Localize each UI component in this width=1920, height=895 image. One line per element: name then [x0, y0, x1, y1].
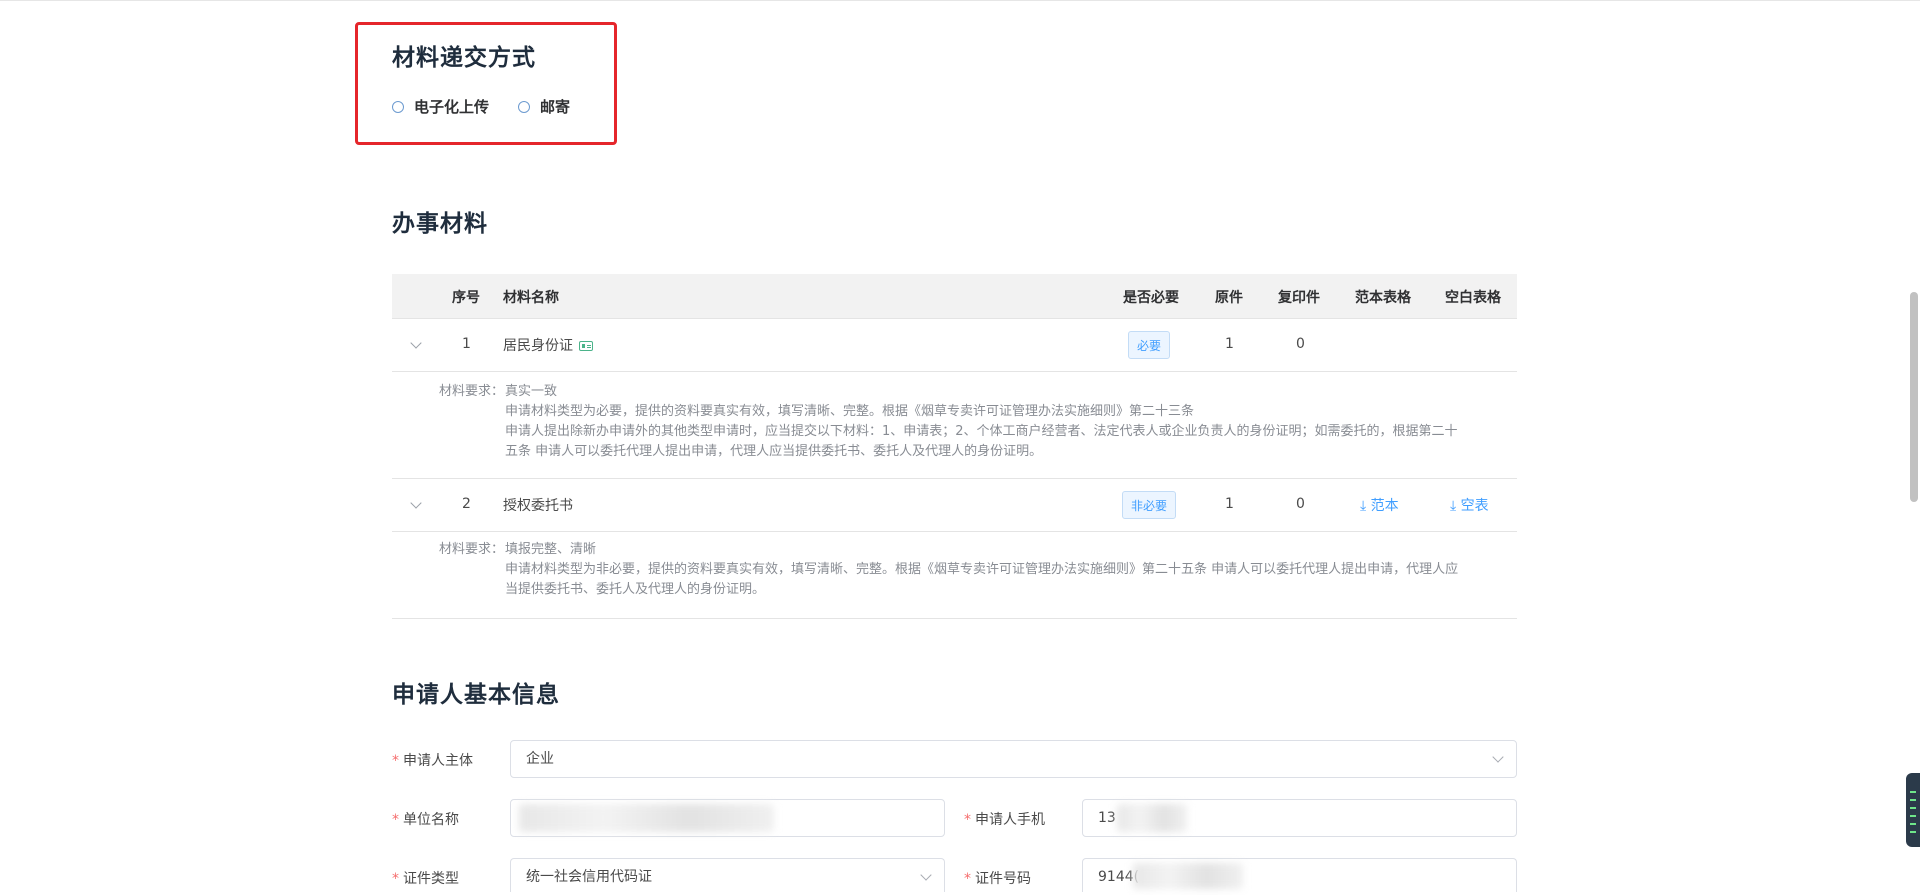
requirement-line: 申请材料类型为必要，提供的资料要真实有效，填写清晰、完整。根据《烟草专卖许可证管…: [505, 404, 1195, 419]
required-mark: *: [392, 812, 399, 828]
col-copy: 复印件: [1278, 290, 1320, 306]
col-required: 是否必要: [1123, 290, 1179, 306]
col-sample: 范本表格: [1355, 290, 1411, 306]
radio-electronic-upload[interactable]: 电子化上传: [392, 96, 489, 117]
row-original: 1: [1225, 336, 1234, 352]
table-row: 2 授权委托书 非必要 1 0 ⤓ 范本 ⤓ 空表: [392, 479, 1517, 532]
requirement-line: 申请人提出除新办申请外的其他类型申请时，应当提交以下材料：1、申请表；2、个体工…: [505, 424, 1458, 439]
required-mark: *: [964, 871, 971, 887]
radio-label: 电子化上传: [414, 98, 490, 116]
row-index: 2: [462, 496, 471, 512]
chevron-down-icon: [1492, 751, 1504, 763]
redacted-mask: [1133, 863, 1243, 889]
required-mark: *: [964, 812, 971, 828]
col-blank: 空白表格: [1445, 290, 1501, 306]
chevron-down-icon: [920, 869, 932, 881]
table-header: 序号 材料名称 是否必要 原件 复印件 范本表格 空白表格: [392, 274, 1517, 319]
radio-label: 邮寄: [540, 98, 571, 116]
col-name: 材料名称: [503, 290, 559, 306]
col-original: 原件: [1215, 290, 1243, 306]
top-divider: [0, 0, 1920, 1]
radio-mail[interactable]: 邮寄: [518, 96, 570, 117]
blank-label: 空表: [1460, 498, 1489, 514]
label-text: 证件类型: [403, 871, 459, 887]
blank-download-link[interactable]: ⤓ 空表: [1450, 495, 1489, 515]
requirement-line: 填报完整、清晰: [505, 542, 597, 557]
id-type-label: * 证件类型: [392, 868, 459, 888]
input-value: 13: [1098, 810, 1116, 826]
label-text: 申请人手机: [975, 812, 1045, 828]
materials-table: 序号 材料名称 是否必要 原件 复印件 范本表格 空白表格 1 居民身份证 必要…: [392, 274, 1517, 619]
requirement-label: 材料要求：: [439, 384, 505, 399]
side-widget-icon[interactable]: [1906, 773, 1920, 847]
requirement-line: 五条 申请人可以委托代理人提出申请，代理人应当提供委托书、委托人及代理人的身份证…: [505, 444, 1043, 459]
scrollbar-thumb[interactable]: [1910, 292, 1918, 502]
requirement-line: 真实一致: [505, 384, 558, 399]
subject-label: * 申请人主体: [392, 750, 473, 770]
company-input[interactable]: [510, 799, 945, 837]
required-mark: *: [392, 753, 399, 769]
phone-label: * 申请人手机: [964, 809, 1045, 829]
table-row: 1 居民身份证 必要 1 0: [392, 319, 1517, 372]
material-requirement: 材料要求： 真实一致 申请材料类型为必要，提供的资料要真实有效，填写清晰、完整。…: [392, 372, 1517, 479]
row-original: 1: [1225, 496, 1234, 512]
select-value: 统一社会信用代码证: [526, 869, 652, 885]
materials-title: 办事材料: [392, 211, 488, 237]
material-name: 居民身份证: [503, 338, 573, 354]
chevron-down-icon[interactable]: [410, 337, 422, 349]
col-index: 序号: [452, 290, 480, 306]
redacted-mask: [1117, 804, 1187, 832]
redacted-mask: [519, 804, 774, 832]
subject-select[interactable]: 企业: [510, 740, 1517, 778]
id-no-input[interactable]: 9144(: [1082, 858, 1517, 892]
row-name: 授权委托书: [503, 498, 573, 514]
id-no-label: * 证件号码: [964, 868, 1031, 888]
row-index: 1: [462, 336, 471, 352]
row-copy: 0: [1296, 496, 1305, 512]
material-requirement: 材料要求： 填报完整、清晰 申请材料类型为非必要，提供的资料要真实有效，填写清晰…: [392, 532, 1517, 619]
requirement-label: 材料要求：: [439, 542, 505, 557]
chevron-down-icon[interactable]: [410, 497, 422, 509]
label-text: 申请人主体: [403, 753, 473, 769]
phone-input[interactable]: 13: [1082, 799, 1517, 837]
id-type-select[interactable]: 统一社会信用代码证: [510, 858, 945, 892]
requirement-line: 当提供委托书、委托人及代理人的身份证明。: [505, 582, 766, 597]
radio-circle-icon[interactable]: [518, 100, 530, 113]
applicant-title: 申请人基本信息: [392, 682, 560, 708]
required-badge: 必要: [1128, 331, 1171, 359]
radio-circle-icon[interactable]: [392, 100, 404, 113]
required-badge: 非必要: [1122, 491, 1177, 519]
label-text: 单位名称: [403, 812, 459, 828]
company-label: * 单位名称: [392, 809, 459, 829]
label-text: 证件号码: [975, 871, 1031, 887]
requirement-line: 申请材料类型为非必要，提供的资料要真实有效，填写清晰、完整。根据《烟草专卖许可证…: [505, 562, 1459, 577]
id-card-icon: [579, 341, 593, 351]
row-name: 居民身份证: [503, 335, 593, 355]
required-mark: *: [392, 871, 399, 887]
delivery-title: 材料递交方式: [392, 45, 536, 71]
select-value: 企业: [526, 751, 554, 767]
row-copy: 0: [1296, 336, 1305, 352]
sample-download-link[interactable]: ⤓ 范本: [1360, 495, 1399, 515]
sample-label: 范本: [1370, 498, 1399, 514]
